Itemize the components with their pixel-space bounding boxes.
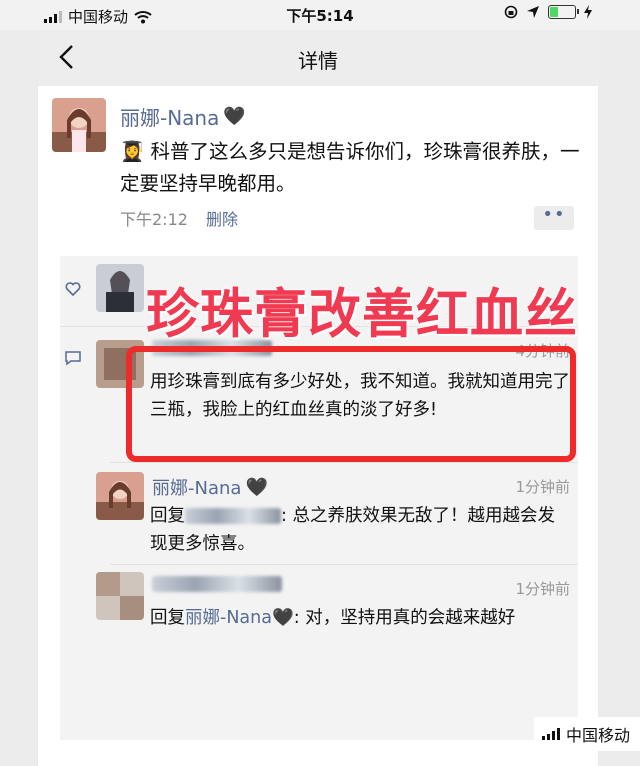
- reply-author-name[interactable]: 丽娜-Nana 🖤: [152, 474, 268, 500]
- black-heart-emoji: 🖤: [223, 106, 246, 127]
- status-right: [504, 5, 592, 19]
- post-text: 👩‍🎓 科普了这么多只是想告诉你们，珍珠膏很养肤，一定要坚持早晚都用。: [120, 140, 580, 195]
- page-title: 详情: [298, 49, 338, 73]
- highlight-box: [126, 346, 576, 462]
- more-button[interactable]: ••: [534, 206, 574, 230]
- divider: [110, 564, 578, 565]
- black-heart-emoji: 🖤: [245, 476, 268, 498]
- charging-icon: [584, 5, 592, 19]
- comment-text: 回复: 总之养肤效果无敌了！越用越会发现更多惊喜。: [150, 506, 555, 554]
- comment-text: 回复丽娜-Nana🖤: 对，坚持用真的会越来越好: [150, 608, 516, 628]
- post-time: 下午2:12: [120, 210, 188, 229]
- carrier-watermark: 中国移动: [534, 717, 640, 751]
- location-icon: [527, 6, 539, 18]
- divider: [110, 462, 578, 463]
- comment-icon: [65, 351, 81, 366]
- delete-link[interactable]: 删除: [206, 206, 238, 230]
- signal-icon: [542, 728, 560, 740]
- author-reply-avatar[interactable]: [96, 472, 144, 520]
- blurred-name: [185, 508, 281, 524]
- battery-icon: [548, 5, 579, 19]
- status-bar: 中国移动 下午5:14: [0, 0, 640, 30]
- comment-time: 1分钟前: [515, 580, 570, 598]
- author-name[interactable]: 丽娜-Nana 🖤: [120, 102, 246, 131]
- liker-avatar[interactable]: [96, 264, 144, 312]
- comment-time: 1分钟前: [515, 478, 570, 496]
- heart-outline-icon: [65, 282, 81, 297]
- post-meta: 下午2:12 删除: [120, 206, 238, 230]
- rotation-lock-icon: [504, 5, 518, 19]
- commenter-name-blurred: [152, 576, 282, 592]
- commenter-avatar[interactable]: [96, 572, 144, 620]
- student-emoji: 👩‍🎓: [120, 140, 145, 163]
- author-avatar[interactable]: [52, 98, 106, 152]
- nav-bar: 详情: [38, 30, 598, 87]
- reply-to-name[interactable]: 丽娜-Nana: [185, 608, 272, 628]
- black-heart-emoji: 🖤: [271, 608, 294, 628]
- overlay-headline: 珍珠膏改善红血丝: [146, 284, 578, 345]
